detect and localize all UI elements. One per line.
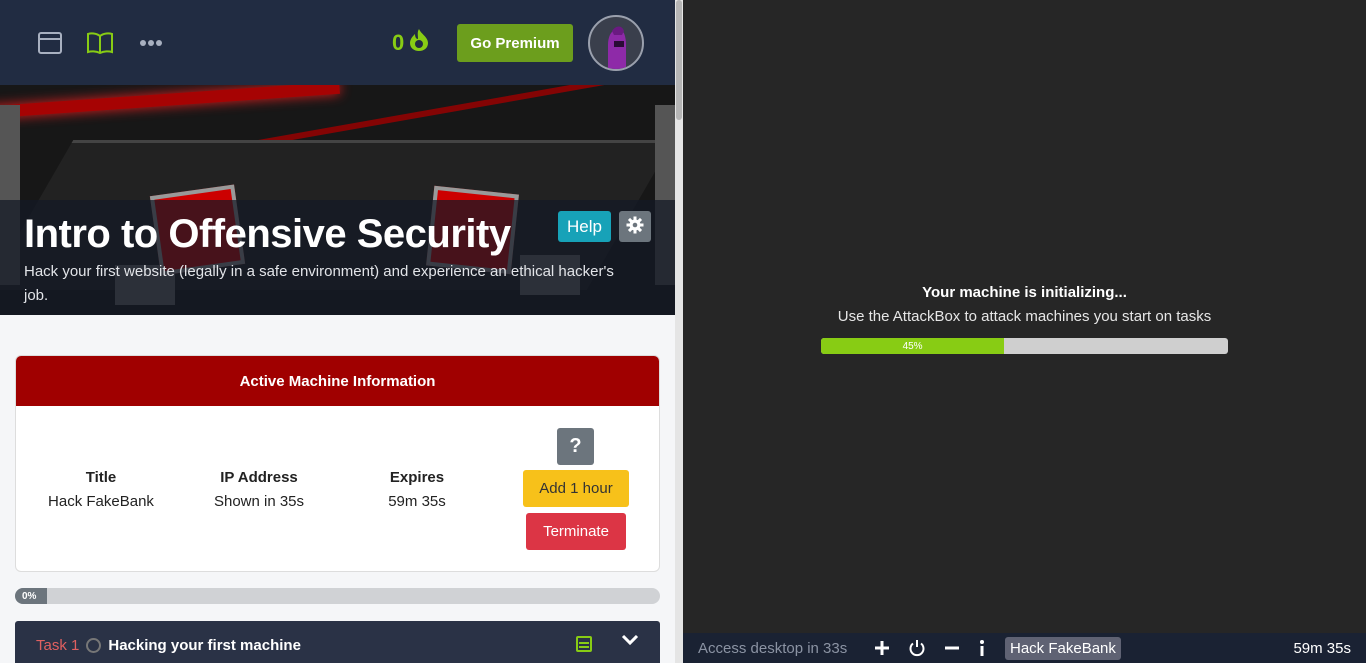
top-navbar: 0 Go Premium (0, 0, 675, 85)
title-value: Hack FakeBank (48, 493, 154, 510)
scrollbar[interactable] (675, 0, 683, 663)
access-desktop-text: Access desktop in 33s (698, 640, 848, 657)
gear-icon (626, 216, 644, 237)
room-panel: 0 Go Premium Intro to Offensive Security… (0, 0, 675, 663)
streak-counter[interactable]: 0 (392, 28, 430, 58)
machine-expires-column: Expires 59m 35s (332, 466, 502, 514)
machine-task-icon (576, 636, 592, 652)
scrollbar-thumb[interactable] (676, 0, 682, 120)
browser-window-icon[interactable] (36, 29, 64, 57)
task-number: Task 1 (36, 636, 80, 654)
card-header: Active Machine Information (16, 356, 659, 406)
machine-ip-column: IP Address Shown in 35s (174, 466, 344, 514)
room-description: Hack your first website (legally in a sa… (24, 263, 614, 304)
machine-status-subtitle: Use the AttackBox to attack machines you… (837, 308, 1212, 325)
machine-panel: Your machine is initializing... Use the … (683, 0, 1366, 663)
terminate-button[interactable]: Terminate (526, 513, 626, 550)
ip-value: Shown in 35s (213, 493, 305, 510)
title-label: Title (85, 469, 117, 486)
streak-count: 0 (392, 30, 405, 55)
plus-icon[interactable] (873, 639, 891, 657)
machine-title-column: Title Hack FakeBank (16, 466, 186, 514)
go-premium-button[interactable]: Go Premium (457, 24, 573, 62)
task-name: Hacking your first machine (108, 636, 301, 654)
machine-progress-bar: 45% (821, 338, 1228, 354)
machine-help-button[interactable]: ? (557, 428, 594, 465)
machine-name-badge[interactable]: Hack FakeBank (1005, 637, 1121, 660)
minus-icon[interactable] (943, 639, 961, 657)
room-settings-button[interactable] (619, 211, 651, 242)
avatar[interactable] (588, 15, 644, 71)
active-machine-card: Active Machine Information Title Hack Fa… (15, 355, 660, 572)
machine-status-title: Your machine is initializing... (922, 284, 1127, 301)
chevron-down-icon[interactable] (621, 633, 639, 652)
add-hour-button[interactable]: Add 1 hour (523, 470, 629, 507)
book-icon[interactable] (86, 29, 114, 57)
help-button[interactable]: Help (558, 211, 611, 242)
machine-progress-fill: 45% (821, 338, 1005, 354)
room-title: Intro to Offensive Security (24, 212, 511, 256)
task-status-icon (86, 637, 102, 653)
fire-icon (408, 28, 430, 58)
power-icon[interactable] (908, 639, 926, 657)
more-dots-icon[interactable] (137, 29, 165, 57)
info-icon[interactable] (973, 639, 991, 657)
room-progress-bar: 0% (15, 588, 660, 604)
expires-value: 59m 35s (388, 493, 446, 510)
task-header[interactable]: Task 1 Hacking your first machine (15, 621, 660, 663)
machine-timer: 59m 35s (1293, 640, 1351, 657)
room-progress-fill: 0% (15, 588, 47, 604)
expires-label: Expires (389, 469, 445, 486)
machine-toolbar: Access desktop in 33s Hack FakeBank 59m … (683, 633, 1366, 663)
ip-label: IP Address (220, 469, 298, 486)
